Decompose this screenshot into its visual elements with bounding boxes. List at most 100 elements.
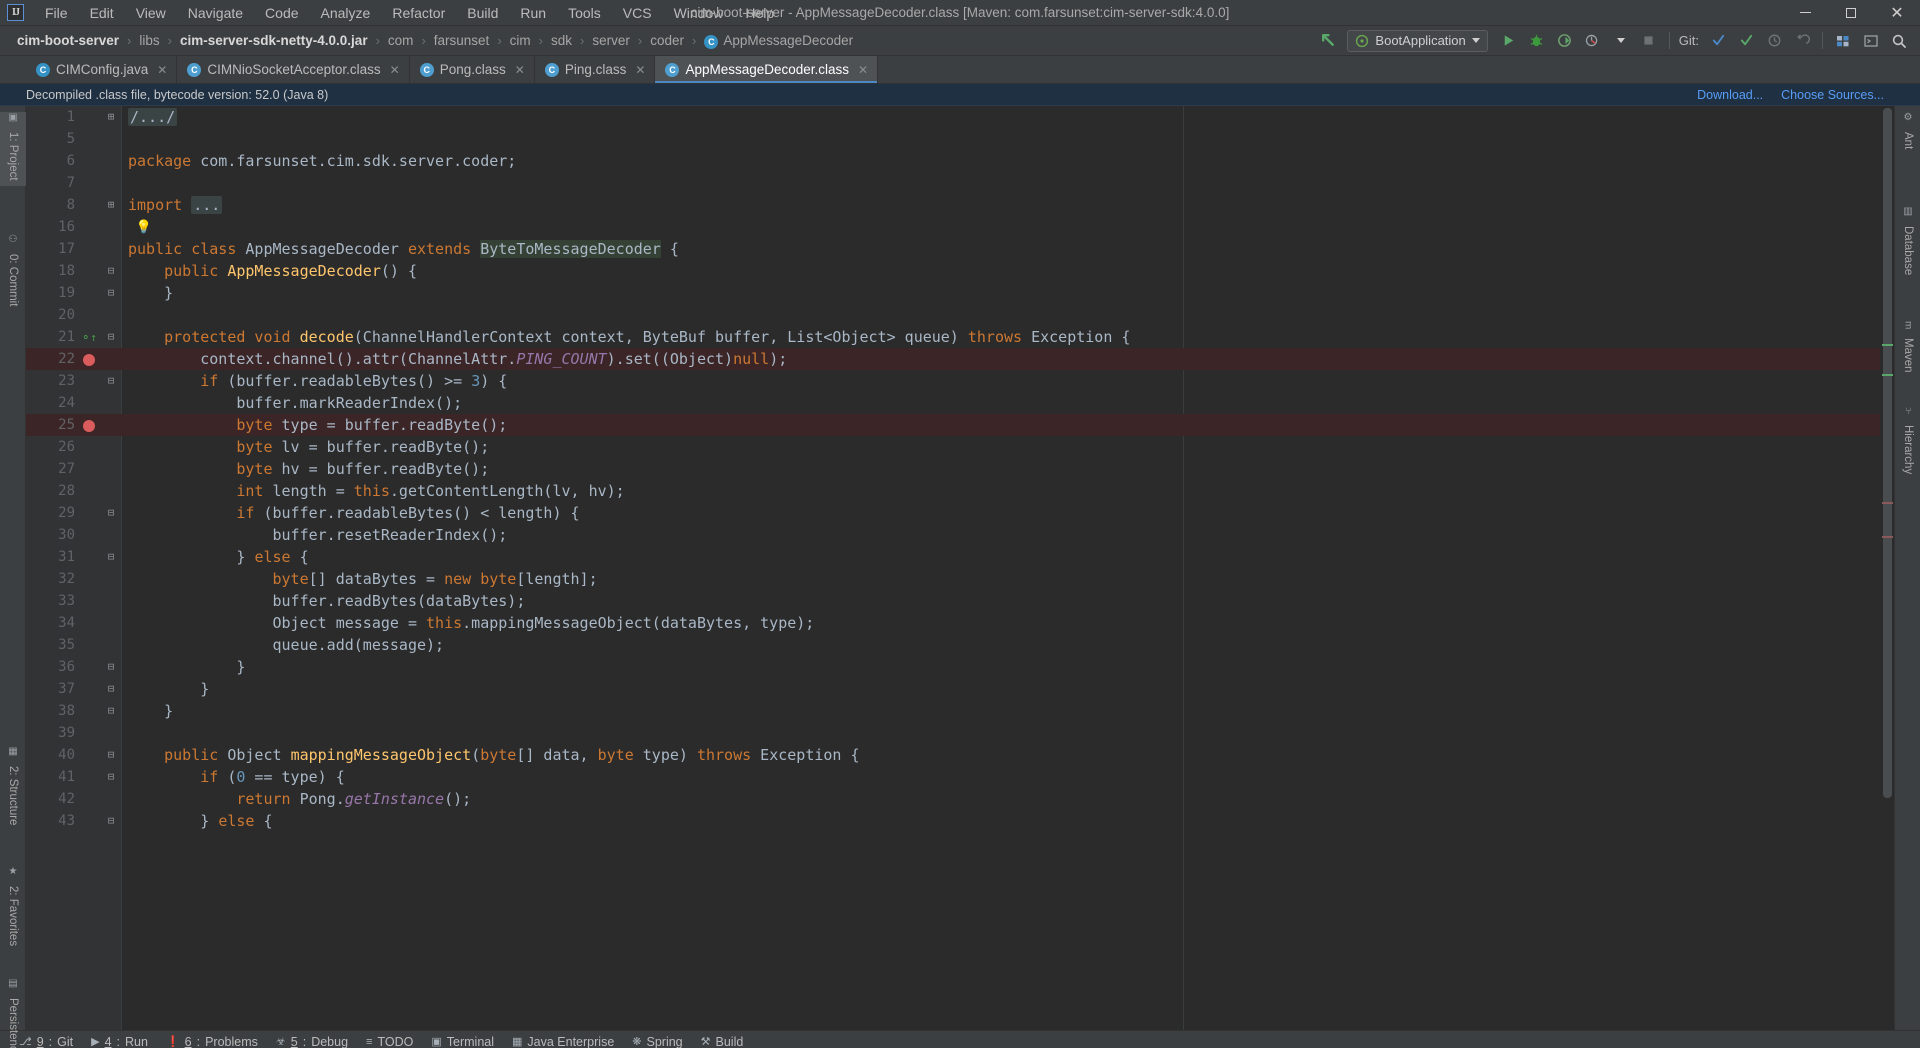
editor-tab[interactable]: C CIMConfig.java ✕ <box>26 56 178 83</box>
code-line[interactable]: 8 ⊞ import ... <box>26 194 1894 216</box>
code-lines[interactable]: 1 ⊞ /.../ 5 6 package com.farsunset.cim.sdk.s… <box>26 106 1894 1030</box>
minimize-button[interactable] <box>1782 0 1828 26</box>
code-line[interactable]: 1 ⊞ /.../ <box>26 106 1894 128</box>
terminal-button[interactable] <box>1858 28 1884 54</box>
notification-action-link[interactable]: Choose Sources... <box>1781 88 1884 102</box>
maximize-button[interactable] <box>1828 0 1874 26</box>
line-number[interactable]: 42 <box>26 788 78 810</box>
code-line[interactable]: 39 <box>26 722 1894 744</box>
code-line[interactable]: 35 queue.add(message); <box>26 634 1894 656</box>
tool-window-button-database[interactable]: ▥ Database <box>1895 206 1920 280</box>
menu-item-edit[interactable]: Edit <box>79 2 125 24</box>
line-number[interactable]: 17 <box>26 238 78 260</box>
editor-tab[interactable]: C Pong.class ✕ <box>410 56 535 83</box>
line-number[interactable]: 29 <box>26 502 78 524</box>
code-fold-toggle[interactable]: ⊟ <box>100 502 122 524</box>
menu-item-view[interactable]: View <box>125 2 177 24</box>
code-fold-toggle[interactable]: ⊞ <box>100 194 122 216</box>
line-number[interactable]: 20 <box>26 304 78 326</box>
menu-item-window[interactable]: Window <box>663 2 735 24</box>
line-number[interactable]: 36 <box>26 656 78 678</box>
code-line[interactable]: 7 <box>26 172 1894 194</box>
run-button[interactable] <box>1496 28 1522 54</box>
tool-window-button-commit[interactable]: ⚇ 0: Commit <box>0 234 26 311</box>
breadcrumb-item[interactable]: sdk <box>544 31 579 50</box>
line-number[interactable]: 38 <box>26 700 78 722</box>
code-line[interactable]: 30 buffer.resetReaderIndex(); <box>26 524 1894 546</box>
menu-item-code[interactable]: Code <box>254 2 309 24</box>
code-fold-toggle[interactable]: ⊟ <box>100 370 122 392</box>
tool-window-tab-java-enterprise[interactable]: ▦ Java Enterprise <box>503 1033 623 1048</box>
tool-window-tab-terminal[interactable]: ▣ Terminal <box>422 1033 503 1048</box>
editor-tab[interactable]: C AppMessageDecoder.class ✕ <box>655 56 879 83</box>
line-number[interactable]: 39 <box>26 722 78 744</box>
code-line[interactable]: 40 ⊟ public Object mappingMessageObject(b… <box>26 744 1894 766</box>
tool-window-tab-debug[interactable]: ☣ 5: Debug <box>267 1033 357 1048</box>
git-update-button[interactable] <box>1705 28 1731 54</box>
tool-window-button-project[interactable]: ▣ 1: Project <box>0 112 26 186</box>
line-number[interactable]: 40 <box>26 744 78 766</box>
line-number[interactable]: 34 <box>26 612 78 634</box>
tool-window-button-favorites[interactable]: ★ 2: Favorites <box>0 866 26 951</box>
code-line[interactable]: 32 byte[] dataBytes = new byte[length]; <box>26 568 1894 590</box>
git-rollback-button[interactable] <box>1789 28 1815 54</box>
line-number[interactable]: 21 <box>26 326 78 348</box>
line-number[interactable]: 26 <box>26 436 78 458</box>
line-number[interactable]: 43 <box>26 810 78 832</box>
menu-item-refactor[interactable]: Refactor <box>381 2 456 24</box>
line-number[interactable]: 24 <box>26 392 78 414</box>
breadcrumb-item[interactable]: coder <box>643 31 691 50</box>
code-line[interactable]: 43 ⊟ } else { <box>26 810 1894 832</box>
code-fold-toggle[interactable]: ⊟ <box>100 260 122 282</box>
code-line[interactable]: 29 ⊟ if (buffer.readableBytes() < length)… <box>26 502 1894 524</box>
tool-window-tab-todo[interactable]: ≡ TODO <box>357 1033 422 1048</box>
code-line[interactable]: 25 byte type = buffer.readByte(); <box>26 414 1894 436</box>
tool-window-tab-build[interactable]: ⚒ Build <box>692 1033 753 1048</box>
stripe-marker[interactable] <box>1882 344 1893 346</box>
editor-tab[interactable]: C Ping.class ✕ <box>535 56 656 83</box>
line-number[interactable]: 31 <box>26 546 78 568</box>
tool-window-button-hierarchy[interactable]: ⑂ Hierarchy <box>1895 406 1920 479</box>
code-fold-toggle[interactable]: ⊟ <box>100 700 122 722</box>
tab-close-icon[interactable]: ✕ <box>390 63 400 77</box>
jump-to-source-button[interactable] <box>1315 28 1341 54</box>
breadcrumb-item[interactable]: cim-boot-server <box>10 31 126 50</box>
menu-item-vcs[interactable]: VCS <box>612 2 663 24</box>
breadcrumb-item[interactable]: C AppMessageDecoder <box>697 31 860 51</box>
menu-item-run[interactable]: Run <box>509 2 557 24</box>
tool-window-button-ant[interactable]: ⚙ Ant <box>1895 112 1920 154</box>
close-button[interactable]: ✕ <box>1874 0 1920 26</box>
code-line[interactable]: 5 <box>26 128 1894 150</box>
editor-scrollbar[interactable] <box>1880 106 1894 1030</box>
line-number[interactable]: 28 <box>26 480 78 502</box>
line-number[interactable]: 5 <box>26 128 78 150</box>
code-line[interactable]: 16 💡 <box>26 216 1894 238</box>
code-line[interactable]: 33 buffer.readBytes(dataBytes); <box>26 590 1894 612</box>
code-fold-toggle[interactable]: ⊟ <box>100 326 122 348</box>
line-number[interactable]: 37 <box>26 678 78 700</box>
code-fold-toggle[interactable]: ⊟ <box>100 282 122 304</box>
code-line[interactable]: 38 ⊟ } <box>26 700 1894 722</box>
run-with-coverage-button[interactable] <box>1552 28 1578 54</box>
code-line[interactable]: 36 ⊟ } <box>26 656 1894 678</box>
menu-item-file[interactable]: File <box>34 2 79 24</box>
code-line[interactable]: 34 Object message = this.mappingMessageO… <box>26 612 1894 634</box>
code-line[interactable]: 28 int length = this.getContentLength(lv… <box>26 480 1894 502</box>
tab-close-icon[interactable]: ✕ <box>157 63 167 77</box>
git-history-button[interactable] <box>1761 28 1787 54</box>
menu-item-tools[interactable]: Tools <box>557 2 612 24</box>
code-line[interactable]: 23 ⊟ if (buffer.readableBytes() >= 3) { <box>26 370 1894 392</box>
tool-window-button-structure[interactable]: ▦ 2: Structure <box>0 746 26 830</box>
line-number[interactable]: 18 <box>26 260 78 282</box>
notification-action-link[interactable]: Download... <box>1697 88 1763 102</box>
code-line[interactable]: 17 public class AppMessageDecoder extends… <box>26 238 1894 260</box>
code-line[interactable]: 27 byte hv = buffer.readByte(); <box>26 458 1894 480</box>
git-commit-button[interactable] <box>1733 28 1759 54</box>
line-number[interactable]: 16 <box>26 216 78 238</box>
code-fold-toggle[interactable]: ⊟ <box>100 810 122 832</box>
code-line[interactable]: 20 <box>26 304 1894 326</box>
line-number[interactable]: 35 <box>26 634 78 656</box>
line-number[interactable]: 23 <box>26 370 78 392</box>
breadcrumb-item[interactable]: cim-server-sdk-netty-4.0.0.jar <box>173 31 375 50</box>
menu-item-help[interactable]: Help <box>734 2 785 24</box>
